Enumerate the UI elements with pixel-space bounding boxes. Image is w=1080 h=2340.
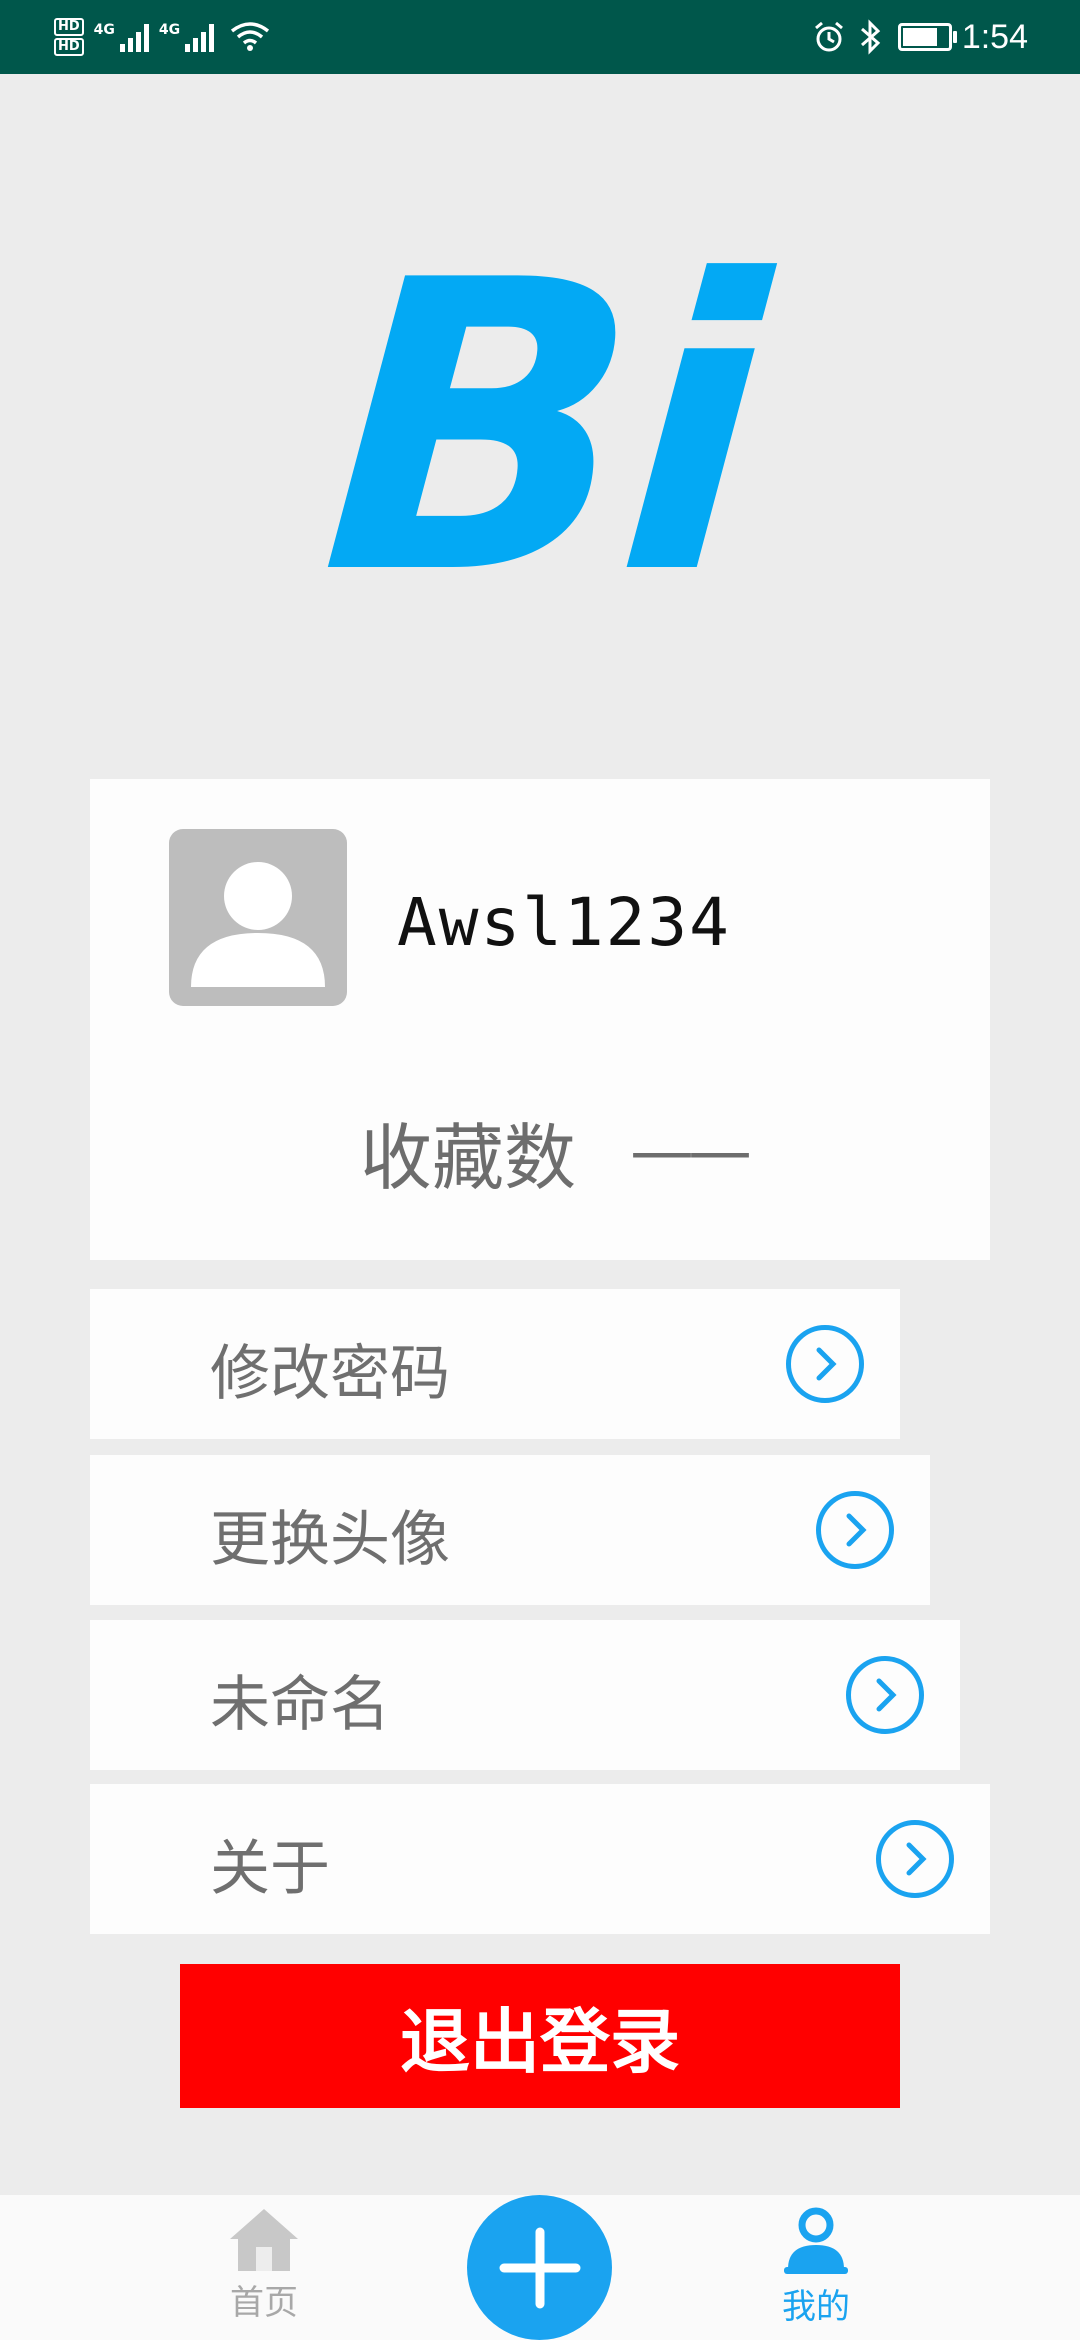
menu-item-label: 关于 [210,1834,330,1904]
signal-icon [117,22,149,52]
battery-charging-icon [897,23,957,51]
nav-mine-label: 我的 [782,2287,850,2327]
menu-item-label: 修改密码 [210,1339,450,1409]
home-icon [230,2209,298,2271]
plus-icon [499,2227,580,2308]
favorites-count: 收藏数 —— [360,1099,752,1204]
hd-badges: HD HD [54,17,84,57]
app-screen: HD HD 4G 4G 1:54 Bi Awsl1234 收藏数 —— 修改密码… [0,0,1080,2340]
app-logo: Bi [312,197,768,662]
bluetooth-icon [860,19,881,55]
add-button[interactable] [467,2195,612,2340]
hd-badge-2: HD [54,38,84,56]
network-type-1: 4G [93,22,115,38]
status-bar-left: HD HD 4G 4G [54,12,270,62]
menu-item-label: 更换头像 [210,1505,450,1575]
logout-label: 退出登录 [400,2000,680,2083]
favorites-value: —— [630,1114,752,1189]
signal-group-1: 4G [94,22,149,52]
alarm-icon [814,21,843,52]
hd-badge-1: HD [54,18,84,36]
chevron-right-icon[interactable] [816,1491,894,1569]
username: Awsl1234 [397,884,731,961]
signal-group-2: 4G [158,22,215,52]
status-bar-right: 1:54 [812,10,1028,64]
signal-icon [182,22,215,52]
network-type-2: 4G [158,22,181,38]
user-placeholder-icon [191,862,325,987]
favorites-label: 收藏数 [360,1116,577,1200]
nav-home[interactable]: 首页 [204,2207,324,2337]
logout-button[interactable]: 退出登录 [180,1964,900,2108]
user-icon [784,2207,848,2274]
menu-item-unnamed[interactable]: 未命名 [90,1620,960,1770]
nav-mine[interactable]: 我的 [756,2207,876,2337]
clock: 1:54 [961,17,1028,56]
chevron-right-icon[interactable] [786,1325,864,1403]
chevron-right-icon[interactable] [876,1820,954,1898]
menu-item-label: 未命名 [210,1670,390,1740]
avatar[interactable] [169,829,347,1006]
logo-area: Bi [0,197,1080,662]
menu-item-change-password[interactable]: 修改密码 [90,1289,900,1439]
menu-item-change-avatar[interactable]: 更换头像 [90,1455,930,1605]
status-bar: HD HD 4G 4G 1:54 [0,0,1080,74]
nav-home-label: 首页 [230,2283,298,2323]
profile-card: Awsl1234 收藏数 —— [90,779,990,1260]
chevron-right-icon[interactable] [846,1656,924,1734]
menu-item-about[interactable]: 关于 [90,1784,990,1934]
wifi-icon [231,22,270,51]
